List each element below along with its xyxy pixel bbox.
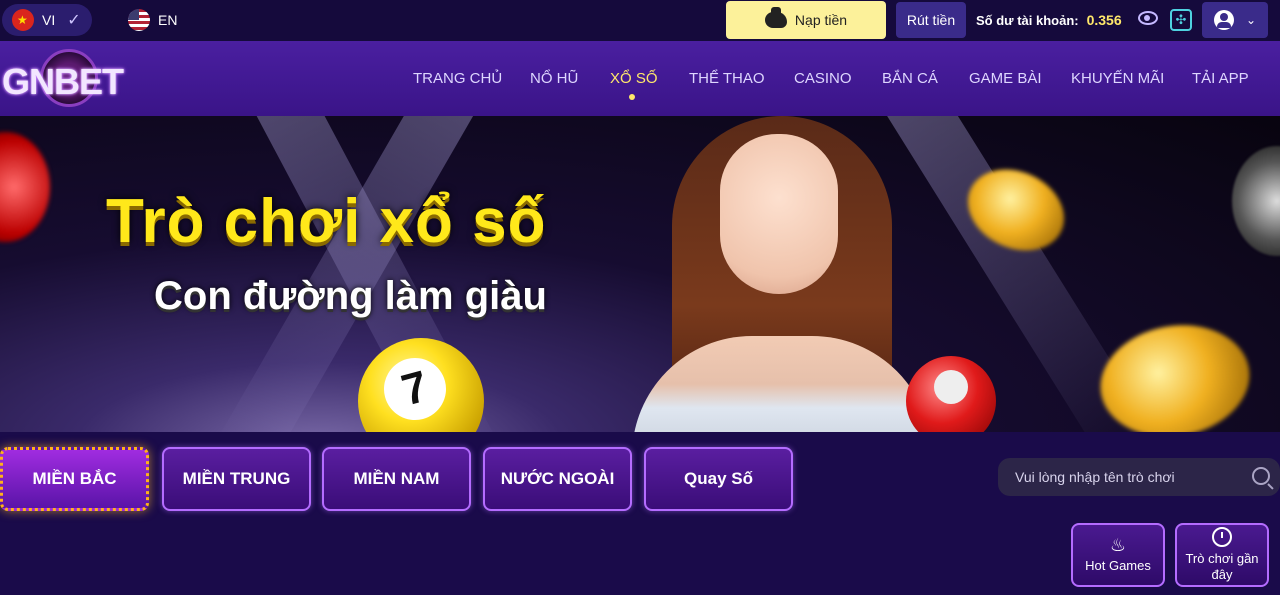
- silver-coin: [1232, 146, 1280, 256]
- language-vi-option[interactable]: VI ✓: [2, 4, 92, 36]
- nav-item-khuyen-mai[interactable]: KHUYẾN MÃI: [1071, 70, 1164, 87]
- main-nav: GNBET TRANG CHỦ NỔ HŨ XỔ SỐ THỂ THAO CAS…: [0, 41, 1280, 116]
- chevron-down-icon: ⌄: [1245, 13, 1257, 27]
- red-lottery-ball-left: [0, 132, 50, 242]
- withdraw-button[interactable]: Rút tiền: [896, 2, 966, 38]
- tab-nuoc-ngoai[interactable]: NƯỚC NGOÀI: [483, 447, 632, 511]
- nav-item-casino[interactable]: CASINO: [794, 70, 852, 87]
- top-bar: VI ✓ EN Nạp tiền Rút tiền Số dư tài khoả…: [0, 0, 1280, 41]
- tab-quay-so[interactable]: Quay Số: [644, 447, 793, 511]
- search-input[interactable]: [1015, 469, 1240, 485]
- language-vi-label: VI: [42, 12, 56, 28]
- hot-games-label: Hot Games: [1085, 558, 1151, 573]
- search-icon[interactable]: [1252, 467, 1270, 485]
- banner-model-image: [632, 116, 932, 432]
- clock-icon: [1212, 527, 1232, 547]
- nav-items: TRANG CHỦ NỔ HŨ XỔ SỐ THỂ THAO CASINO BẮ…: [0, 70, 1280, 90]
- nav-item-xo-so[interactable]: XỔ SỐ: [610, 70, 658, 87]
- us-flag-icon: [128, 9, 150, 31]
- refresh-icon[interactable]: ✣: [1170, 9, 1192, 31]
- hero-banner: 7 Trò chơi xổ số Con đường làm giàu: [0, 116, 1280, 432]
- user-menu-button[interactable]: ⌄: [1202, 2, 1268, 38]
- active-nav-indicator: [629, 94, 635, 100]
- nav-item-tai-app[interactable]: TẢI APP: [1192, 70, 1249, 87]
- recent-games-label: Trò chơi gần đây: [1185, 551, 1259, 582]
- fire-icon: ♨: [1109, 535, 1127, 555]
- yellow-lottery-ball: 7: [358, 338, 484, 432]
- account-balance: Số dư tài khoản: 0.356: [976, 12, 1122, 28]
- tab-mien-trung[interactable]: MIỀN TRUNG: [162, 447, 311, 511]
- hot-games-button[interactable]: ♨ Hot Games: [1071, 523, 1165, 587]
- red-lottery-ball: [906, 356, 996, 432]
- tab-mien-bac[interactable]: MIỀN BẮC: [0, 447, 149, 511]
- game-search: [998, 458, 1280, 496]
- banner-subline: Con đường làm giàu: [154, 274, 547, 318]
- tab-mien-nam[interactable]: MIỀN NAM: [322, 447, 471, 511]
- nav-item-game-bai[interactable]: GAME BÀI: [969, 70, 1042, 87]
- language-en-option[interactable]: EN: [128, 4, 177, 36]
- lottery-region-tabs: MIỀN BẮC MIỀN TRUNG MIỀN NAM NƯỚC NGOÀI …: [0, 447, 800, 511]
- nav-item-no-hu[interactable]: NỔ HŨ: [530, 70, 578, 87]
- balance-label: Số dư tài khoản:: [976, 12, 1079, 28]
- nav-item-the-thao[interactable]: THỂ THAO: [689, 70, 765, 87]
- piggy-bank-icon: [764, 7, 787, 28]
- deposit-button[interactable]: Nạp tiền: [726, 1, 886, 39]
- deposit-label: Nạp tiền: [794, 12, 848, 28]
- eye-icon[interactable]: [1138, 11, 1158, 25]
- check-icon: ✓: [67, 12, 81, 29]
- language-en-label: EN: [158, 12, 178, 28]
- vietnam-flag-icon: [12, 9, 34, 31]
- banner-headline: Trò chơi xổ số: [106, 187, 547, 256]
- recent-games-button[interactable]: Trò chơi gần đây: [1175, 523, 1269, 587]
- avatar-icon: [1213, 10, 1234, 30]
- balance-value: 0.356: [1086, 12, 1122, 28]
- gold-coin: [1091, 313, 1259, 432]
- ball-number: 7: [377, 351, 453, 427]
- nav-item-ban-ca[interactable]: BẮN CÁ: [882, 70, 938, 87]
- nav-item-trang-chu[interactable]: TRANG CHỦ: [413, 70, 502, 87]
